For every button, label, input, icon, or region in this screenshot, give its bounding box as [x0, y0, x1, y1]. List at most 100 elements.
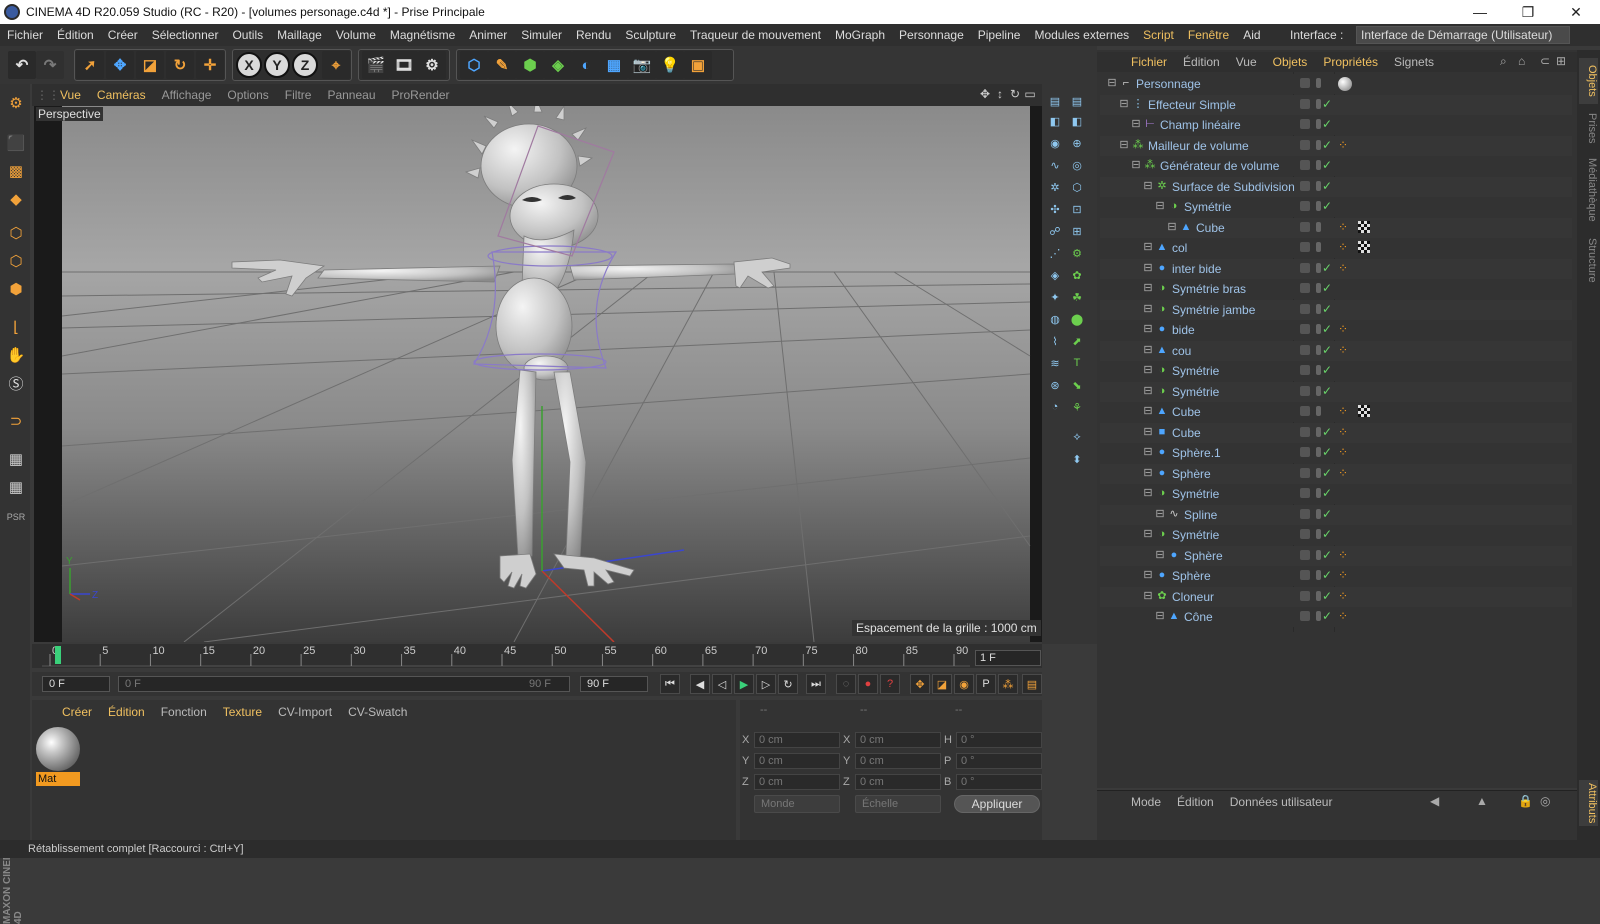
expand-toggle-icon[interactable]: ⊟ [1142, 323, 1154, 335]
side-tool-21-icon[interactable]: ◍ [1046, 310, 1064, 328]
back-arrow-icon[interactable]: ◀ [1430, 794, 1439, 808]
object-row[interactable]: ⊟ ◑ Symétrie bras ✓ [1100, 279, 1572, 299]
viewport-menu-prorender[interactable]: ProRender [384, 88, 458, 102]
coord-x-field[interactable]: 0 cm [754, 732, 840, 748]
object-row[interactable]: ⊟ ● bide ✓ ⁘ [1100, 320, 1572, 340]
expand-toggle-icon[interactable]: ⊟ [1142, 385, 1154, 397]
enabled-check-icon[interactable]: ✓ [1322, 548, 1332, 562]
visibility-toggle[interactable] [1300, 139, 1310, 150]
viewport-3d[interactable]: Y Z [34, 96, 1042, 643]
visibility-toggle[interactable] [1300, 242, 1310, 252]
coord-sx-field[interactable]: 0 cm [855, 732, 941, 748]
expand-toggle-icon[interactable]: ⊟ [1142, 487, 1154, 499]
side-tool-10-icon[interactable]: ⬡ [1068, 178, 1086, 196]
array-icon[interactable]: ◈ [544, 51, 572, 79]
up-arrow-icon[interactable]: ▲ [1476, 794, 1488, 808]
expand-toggle-icon[interactable]: ⊟ [1142, 528, 1154, 540]
object-row[interactable]: ⊟ ● Sphère ✓ ⁘ [1100, 566, 1572, 586]
object-name[interactable]: Symétrie jambe [1172, 303, 1255, 317]
object-row[interactable]: ⊟ ● inter bide ✓ ⁘ [1100, 258, 1572, 279]
object-name[interactable]: cou [1172, 344, 1191, 358]
visibility-toggle[interactable] [1300, 508, 1310, 519]
play-icon[interactable]: ▶ [734, 674, 754, 694]
visibility-toggle[interactable] [1300, 467, 1310, 478]
phong-tag-icon[interactable]: ⁘ [1338, 568, 1348, 582]
side-tool-3-icon[interactable]: ◧ [1046, 112, 1064, 130]
visibility-toggle[interactable] [1300, 160, 1310, 170]
enabled-check-icon[interactable]: ✓ [1322, 322, 1332, 336]
render-toggle[interactable] [1316, 365, 1321, 375]
rotate-tool-icon[interactable]: ↻ [166, 51, 194, 79]
coord-mode-select[interactable]: Monde [754, 795, 840, 813]
interface-select[interactable]: Interface de Démarrage (Utilisateur) [1356, 26, 1570, 44]
object-row[interactable]: ⊟ ● Sphère ✓ ⁘ [1100, 545, 1572, 566]
mat-menu-texture[interactable]: Texture [215, 705, 270, 719]
object-row[interactable]: ⊟ ⁂ Mailleur de volume ✓ ⁘ [1100, 135, 1572, 156]
side-tool-14-icon[interactable]: ⊞ [1068, 222, 1086, 240]
enabled-check-icon[interactable]: ✓ [1322, 179, 1332, 193]
side-tool-16-icon[interactable]: ⚙ [1068, 244, 1086, 262]
enabled-check-icon[interactable]: ✓ [1322, 281, 1332, 295]
object-row[interactable]: ⊟ ◑ Symétrie ✓ [1100, 361, 1572, 381]
render-toggle[interactable] [1316, 447, 1321, 457]
coord-sy-field[interactable]: 0 cm [855, 753, 941, 769]
attr-menu-donnees[interactable]: Données utilisateur [1222, 795, 1341, 809]
expand-toggle-icon[interactable]: ⊟ [1118, 139, 1130, 151]
mat-menu-creer[interactable]: Créer [54, 705, 100, 719]
coord-y-field[interactable]: 0 cm [754, 753, 840, 769]
render-toggle[interactable] [1316, 467, 1321, 478]
menu-modules-externes[interactable]: Modules externes [1027, 28, 1136, 42]
side-tool-24-icon[interactable]: ⬈ [1068, 332, 1086, 350]
coord-h-field[interactable]: 0 ° [956, 732, 1042, 748]
visibility-toggle[interactable] [1300, 98, 1310, 109]
enabled-check-icon[interactable]: ✓ [1322, 97, 1332, 111]
tab-structure[interactable]: Structure [1579, 232, 1598, 288]
redo-icon[interactable]: ↷ [36, 51, 64, 79]
floor-icon[interactable]: ▦ [600, 51, 628, 79]
object-row[interactable]: ⊟ ⊢ Champ linéaire ✓ [1100, 115, 1572, 135]
next-frame-icon[interactable]: ▷ [756, 674, 776, 694]
uvw-tag-icon[interactable] [1358, 220, 1370, 233]
tab-mediatheque[interactable]: Médiathèque [1579, 152, 1598, 228]
material-thumbnail[interactable] [36, 727, 80, 771]
tweak-mode-icon[interactable]: ✋ [3, 342, 29, 368]
phong-tag-icon[interactable]: ⁘ [1338, 322, 1348, 336]
light-icon[interactable]: 💡 [656, 51, 684, 79]
object-name[interactable]: Cube [1172, 426, 1201, 440]
expand-toggle-icon[interactable]: ⊟ [1142, 590, 1154, 602]
phong-tag-icon[interactable]: ⁘ [1338, 240, 1348, 254]
object-row[interactable]: ⊟ ● Sphère.1 ✓ ⁘ [1100, 443, 1572, 463]
phong-tag-icon[interactable]: ⁘ [1338, 343, 1348, 357]
expand-toggle-icon[interactable]: ⊟ [1154, 549, 1166, 561]
magnet-icon[interactable]: ⊃ [3, 408, 29, 434]
render-settings-icon[interactable]: ⚙ [418, 51, 446, 79]
model-mode-icon[interactable]: ⬛ [3, 130, 29, 156]
side-tool-19-icon[interactable]: ✦ [1046, 288, 1064, 306]
side-tool-28-icon[interactable]: ⬊ [1068, 376, 1086, 394]
expand-toggle-icon[interactable]: ⊟ [1154, 508, 1166, 520]
render-toggle[interactable] [1316, 221, 1321, 232]
mat-menu-edition[interactable]: Édition [100, 705, 153, 719]
menu-magnetisme[interactable]: Magnétisme [383, 28, 462, 42]
home-icon[interactable]: ⌂ [1518, 54, 1525, 68]
obj-menu-signets[interactable]: Signets [1386, 55, 1442, 69]
side-tool-32-icon[interactable]: ⬍ [1068, 450, 1086, 468]
mat-menu-cv-import[interactable]: CV-Import [270, 705, 340, 719]
minimize-button[interactable]: — [1456, 0, 1504, 24]
menu-traqueur[interactable]: Traqueur de mouvement [683, 28, 828, 42]
solo-icon[interactable]: ▦ [3, 446, 29, 472]
expand-toggle-icon[interactable]: ⊟ [1130, 118, 1142, 130]
start-frame-field[interactable]: 0 F [42, 676, 110, 692]
phong-tag-icon[interactable]: ⁘ [1338, 445, 1348, 459]
render-toggle[interactable] [1316, 78, 1321, 88]
obj-menu-vue[interactable]: Vue [1228, 55, 1265, 69]
current-frame-field[interactable]: 1 F [975, 650, 1041, 666]
keyframe-mode-icon[interactable]: ◌ [836, 674, 856, 694]
object-name[interactable]: col [1172, 241, 1187, 255]
object-row[interactable]: ⊟ ◑ Symétrie jambe ✓ [1100, 299, 1572, 320]
pen-spline-icon[interactable]: ✎ [488, 51, 516, 79]
next-key-icon[interactable]: ↻ [778, 674, 798, 694]
expand-toggle-icon[interactable]: ⊟ [1166, 221, 1178, 233]
object-name[interactable]: Effecteur Simple [1148, 98, 1236, 112]
render-toggle[interactable] [1316, 508, 1321, 519]
